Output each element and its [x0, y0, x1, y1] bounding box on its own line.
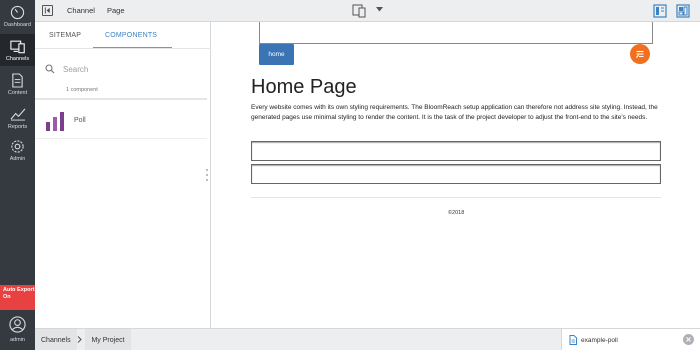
dashboard-icon [10, 4, 26, 20]
components-panel: SITEMAP COMPONENTS Search 1 component Po… [35, 22, 211, 328]
poll-bar-chart-icon [46, 111, 64, 131]
search-input[interactable]: Search [63, 65, 88, 74]
list-divider [35, 98, 207, 100]
nav-user[interactable]: admin [0, 313, 35, 350]
nav-dashboard[interactable]: Dashboard [0, 0, 35, 32]
header-container[interactable] [259, 22, 653, 44]
list-divider [35, 138, 207, 139]
collapse-left-icon [44, 7, 50, 14]
component-count: 1 component [66, 87, 98, 93]
component-name: Poll [74, 117, 86, 124]
channels-icon [9, 38, 26, 54]
auto-export-status[interactable]: Auto Export On [0, 285, 35, 310]
reports-icon [10, 106, 26, 122]
content-icon [10, 72, 26, 88]
breadcrumb-channels[interactable]: Channels [35, 329, 77, 350]
secondary-container[interactable] [251, 164, 661, 184]
nav-content[interactable]: Content [0, 68, 35, 100]
page-intro-text: Every website comes with its own styling… [251, 104, 658, 121]
nav-admin[interactable]: Admin [0, 134, 35, 166]
edit-menu-button[interactable] [630, 44, 650, 64]
nav-channels[interactable]: Channels [0, 34, 35, 66]
breadcrumb-my-project[interactable]: My Project [85, 329, 131, 350]
page-preview: home Home Page Every website comes with … [211, 22, 700, 328]
panel-resize-handle[interactable] [205, 168, 209, 184]
home-menu-item[interactable]: home [259, 44, 294, 65]
nav-dashboard-label: Dashboard [4, 22, 31, 28]
nav-reports-label: Reports [7, 124, 28, 130]
tab-sitemap[interactable]: SITEMAP [49, 32, 81, 39]
search-icon [45, 64, 55, 74]
nav-reports[interactable]: Reports [0, 102, 35, 134]
tabs-divider [35, 48, 211, 49]
top-toolbar: Channel Page [35, 0, 700, 22]
document-icon [569, 335, 577, 345]
bottom-bar: Channels My Project example-poll [35, 328, 700, 350]
nav-channels-label: Channels [5, 56, 30, 62]
component-poll[interactable]: Poll [35, 104, 207, 137]
component-search[interactable]: Search [45, 62, 195, 76]
main-container[interactable] [251, 141, 661, 161]
edit-menu-icon [636, 50, 644, 58]
close-icon[interactable] [683, 334, 694, 345]
device-preview-icon[interactable] [352, 4, 368, 20]
chevron-down-icon[interactable] [376, 7, 383, 14]
footer-divider [251, 197, 661, 198]
admin-gear-icon [10, 138, 26, 154]
tab-components[interactable]: COMPONENTS [105, 32, 157, 39]
components-overlay-icon[interactable] [676, 4, 690, 20]
channel-menu[interactable]: Channel [67, 6, 95, 15]
nav-admin-label: Admin [9, 156, 26, 162]
copyright-text: ©2018 [448, 210, 465, 216]
left-navigation: Dashboard Channels Content Reports Admin… [0, 0, 35, 350]
breadcrumb-chevron-icon [77, 336, 82, 345]
document-tab-label: example-poll [581, 336, 618, 344]
document-tab[interactable]: example-poll [561, 329, 700, 350]
user-name: admin [10, 337, 25, 343]
nav-content-label: Content [7, 90, 28, 96]
collapse-panel-button[interactable] [42, 5, 53, 16]
avatar [9, 316, 26, 335]
page-settings-icon[interactable] [653, 4, 667, 20]
page-title: Home Page [251, 76, 357, 98]
page-menu[interactable]: Page [107, 6, 125, 15]
